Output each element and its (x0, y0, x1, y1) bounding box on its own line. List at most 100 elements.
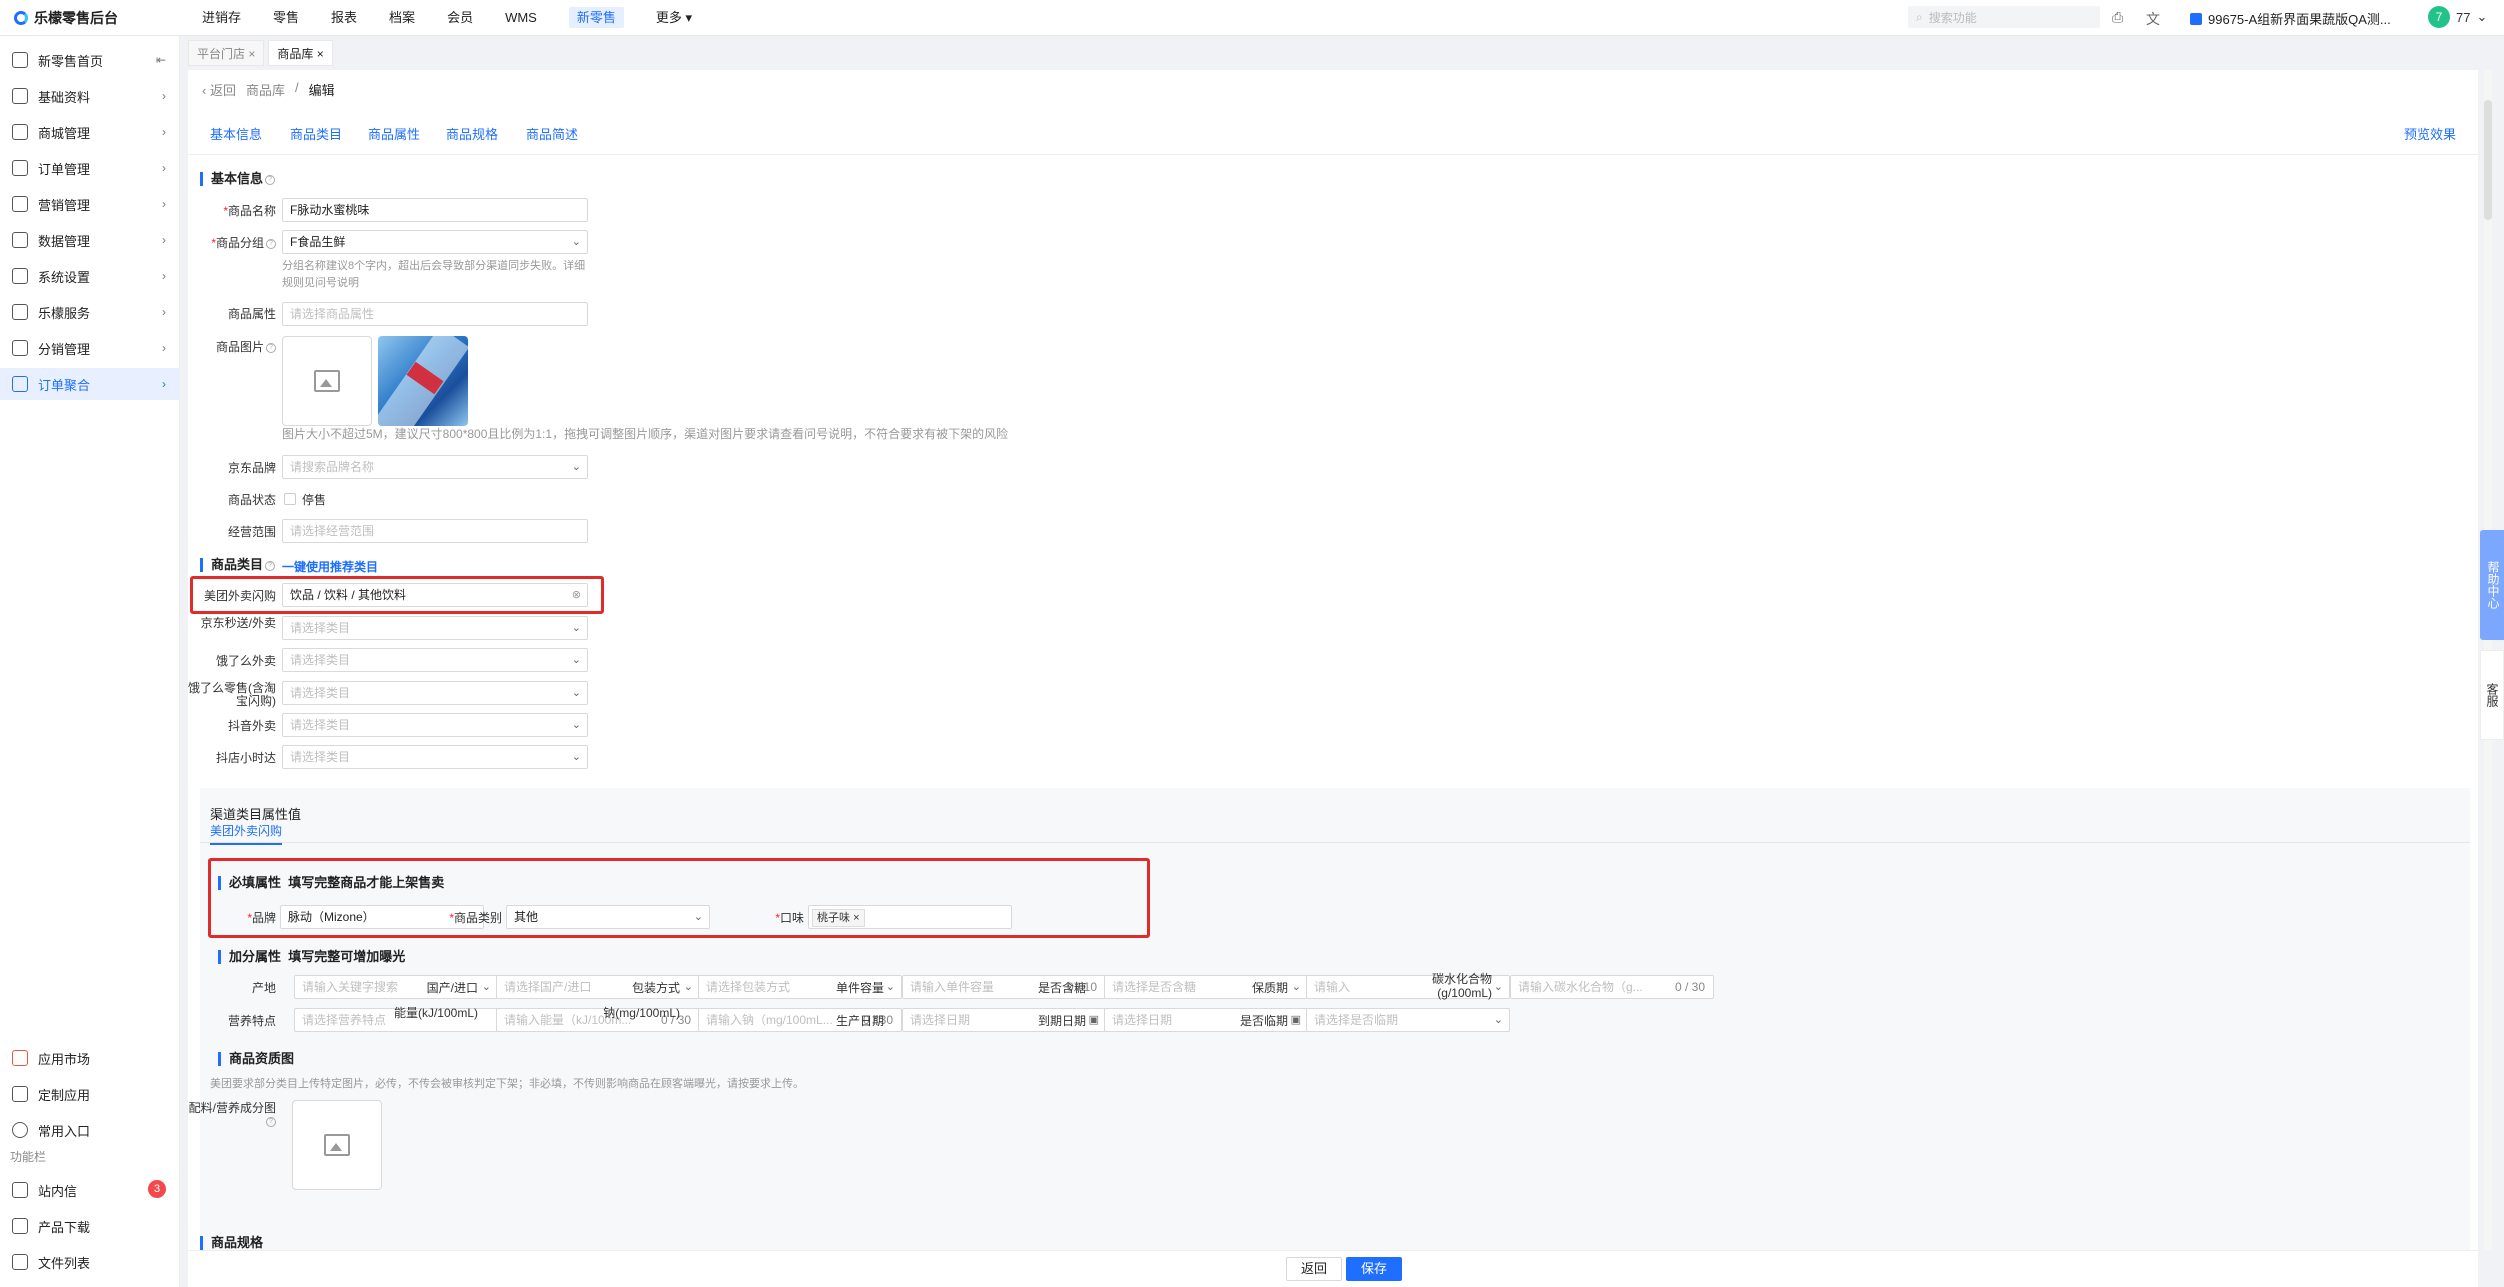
chevron-right-icon: › (162, 305, 166, 319)
footer-bar: 返回 保存 (188, 1250, 2478, 1287)
nav-item-member[interactable]: 会员 (431, 0, 489, 36)
search-placeholder: 搜索功能 (1928, 10, 1977, 25)
sidebar-item-order[interactable]: 订单管理 › (0, 152, 180, 184)
nav-item-report[interactable]: 报表 (315, 0, 373, 36)
translate-icon[interactable]: 文 (2146, 9, 2160, 29)
nav-item-wms[interactable]: WMS (489, 0, 553, 36)
sidebar-item-favorites[interactable]: 常用入口 (0, 1114, 180, 1146)
help-icon[interactable]: ? (266, 1116, 276, 1127)
scrollbar-thumb[interactable] (2484, 100, 2492, 220)
collapse-icon[interactable]: ⇤ (156, 53, 166, 67)
label-image: 商品图片? (188, 340, 276, 354)
help-icon[interactable]: ? (265, 174, 276, 185)
print-icon[interactable]: ⎙ (2112, 9, 2123, 26)
label-jd: 京东秒送/外卖 (200, 616, 276, 630)
group-hint-1: 分组名称建议8个字内，超出后会导致部分渠道同步失败。详细 (282, 260, 586, 272)
help-center-button[interactable]: 帮助中心 (2480, 530, 2504, 640)
caret-down-icon: ⌄ (2476, 9, 2488, 24)
label-import: 国产/进口 (426, 981, 478, 995)
douyin-category-select[interactable]: 请选择类目 ⌄ (282, 713, 588, 737)
anchor-spec[interactable]: 商品规格 (446, 124, 498, 143)
share-icon (12, 340, 28, 356)
user-menu[interactable]: 7 77 ⌄ (2428, 6, 2487, 28)
scope-input[interactable]: 请选择经营范围 (282, 519, 588, 543)
store-selector[interactable]: 99675-A组新界面果蔬版QA测... (2190, 9, 2391, 28)
image-upload[interactable] (282, 336, 372, 426)
eleme-category-select[interactable]: 请选择类目 ⌄ (282, 648, 588, 672)
anchor-attributes[interactable]: 商品属性 (368, 124, 420, 143)
sidebar-item-basic[interactable]: 基础资料 › (0, 80, 180, 112)
help-icon[interactable]: ? (266, 342, 276, 353)
sidebar-item-custom-app[interactable]: 定制应用 (0, 1078, 180, 1110)
stop-sale-checkbox[interactable] (284, 493, 296, 505)
tab-product-library[interactable]: 商品库 × (268, 40, 333, 66)
sidebar-item-app-market[interactable]: 应用市场 (0, 1042, 180, 1074)
douyin-hour-category-select[interactable]: 请选择类目 ⌄ (282, 745, 588, 769)
customer-service-button[interactable]: 客服 (2480, 650, 2504, 740)
label-group: *商品分组? (188, 236, 276, 250)
product-group-select[interactable]: F食品生鲜 ⌄ (282, 230, 588, 254)
sidebar-item-marketing[interactable]: 营销管理 › (0, 188, 180, 220)
clear-icon[interactable]: ⊗ (572, 584, 581, 606)
back-button[interactable]: 返回 (1286, 1257, 1343, 1281)
sidebar-item-order-aggregation[interactable]: 订单聚合 › (0, 368, 180, 400)
gear-icon (12, 268, 28, 284)
carbs-input[interactable]: 请输入碳水化合物（g... 0 / 30 (1510, 975, 1714, 999)
label-prod-date: 生产日期 (835, 1014, 884, 1028)
sidebar-item-downloads[interactable]: 产品下载 (0, 1210, 180, 1242)
label-ingredient-image: 配料/营养成分图? (188, 1101, 276, 1127)
jd-category-select[interactable]: 请选择类目 ⌄ (282, 616, 588, 640)
label-name: *商品名称 (223, 204, 276, 218)
home-icon (12, 52, 28, 68)
type-select[interactable]: 其他 ⌄ (506, 905, 710, 929)
label-expiry-date: 到期日期 (1037, 1014, 1086, 1028)
anchor-desc[interactable]: 商品简述 (526, 124, 578, 143)
sidebar-item-settings[interactable]: 系统设置 › (0, 260, 180, 292)
image-placeholder-icon (324, 1134, 350, 1156)
app-logo[interactable]: 乐檬零售后台 (14, 8, 118, 28)
flavor-tag: 桃子味 × (812, 909, 865, 927)
anchor-category[interactable]: 商品类目 (290, 124, 342, 143)
product-name-input[interactable]: F脉动水蜜桃味 (282, 198, 588, 222)
close-icon[interactable]: × (248, 47, 255, 61)
bonus-attrs-title: 加分属性 填写完整可增加曝光 (218, 950, 405, 964)
chevron-right-icon: › (162, 197, 166, 211)
sidebar-item-distribution[interactable]: 分销管理 › (0, 332, 180, 364)
sidebar-item-mall[interactable]: 商城管理 › (0, 116, 180, 148)
product-image-thumb[interactable] (378, 336, 468, 426)
label-sugar: 是否含糖 (1037, 981, 1086, 995)
near-expiry-select[interactable]: 请选择是否临期 ⌄ (1306, 1008, 1510, 1032)
ingredient-image-upload[interactable] (292, 1100, 382, 1190)
save-button[interactable]: 保存 (1346, 1257, 1403, 1281)
search-box[interactable]: ⌕ 搜索功能 (1908, 6, 2100, 28)
sidebar-item-home[interactable]: 新零售首页 ⇤ (0, 44, 180, 76)
page-tabs: 平台门店 × 商品库 × (188, 40, 333, 66)
nav-item-retail[interactable]: 零售 (257, 0, 315, 36)
nav-item-new-retail[interactable]: 新零售 (553, 0, 640, 36)
meituan-category-select[interactable]: 饮品 / 饮料 / 其他饮料 ⊗ (282, 583, 588, 607)
jd-brand-select[interactable]: 请搜索品牌名称 ⌄ (282, 455, 588, 479)
label-nutrition: 营养特点 (227, 1014, 276, 1028)
preview-link[interactable]: 预览效果 (2404, 124, 2456, 143)
eleme-retail-category-select[interactable]: 请选择类目 ⌄ (282, 681, 588, 705)
nav-item-archive[interactable]: 档案 (373, 0, 431, 36)
label-sodium: 钠(mg/100mL) (603, 1006, 680, 1020)
anchor-basic[interactable]: 基本信息 (210, 124, 262, 143)
product-attr-input[interactable]: 请选择商品属性 (282, 302, 588, 326)
chevron-down-icon: ⌄ (571, 622, 581, 634)
chevron-right-icon: › (162, 269, 166, 283)
flavor-select[interactable]: 桃子味 × (808, 905, 1012, 929)
help-icon[interactable]: ? (266, 238, 276, 249)
breadcrumb-parent[interactable]: 商品库 (246, 80, 285, 99)
sidebar-item-service[interactable]: 乐檬服务 › (0, 296, 180, 328)
recommend-category-link[interactable]: 一键使用推荐类目 (282, 558, 378, 575)
nav-item-inventory[interactable]: 进销存 (186, 0, 257, 36)
tab-platform-store[interactable]: 平台门店 × (188, 40, 265, 66)
help-icon[interactable]: ? (265, 560, 276, 571)
sidebar-item-files[interactable]: 文件列表 (0, 1246, 180, 1278)
back-link[interactable]: ‹ 返回 (202, 80, 236, 99)
close-icon[interactable]: × (853, 912, 859, 924)
close-icon[interactable]: × (317, 47, 324, 61)
nav-item-more[interactable]: 更多 ▾ (640, 0, 708, 36)
sidebar-item-data[interactable]: 数据管理 › (0, 224, 180, 256)
